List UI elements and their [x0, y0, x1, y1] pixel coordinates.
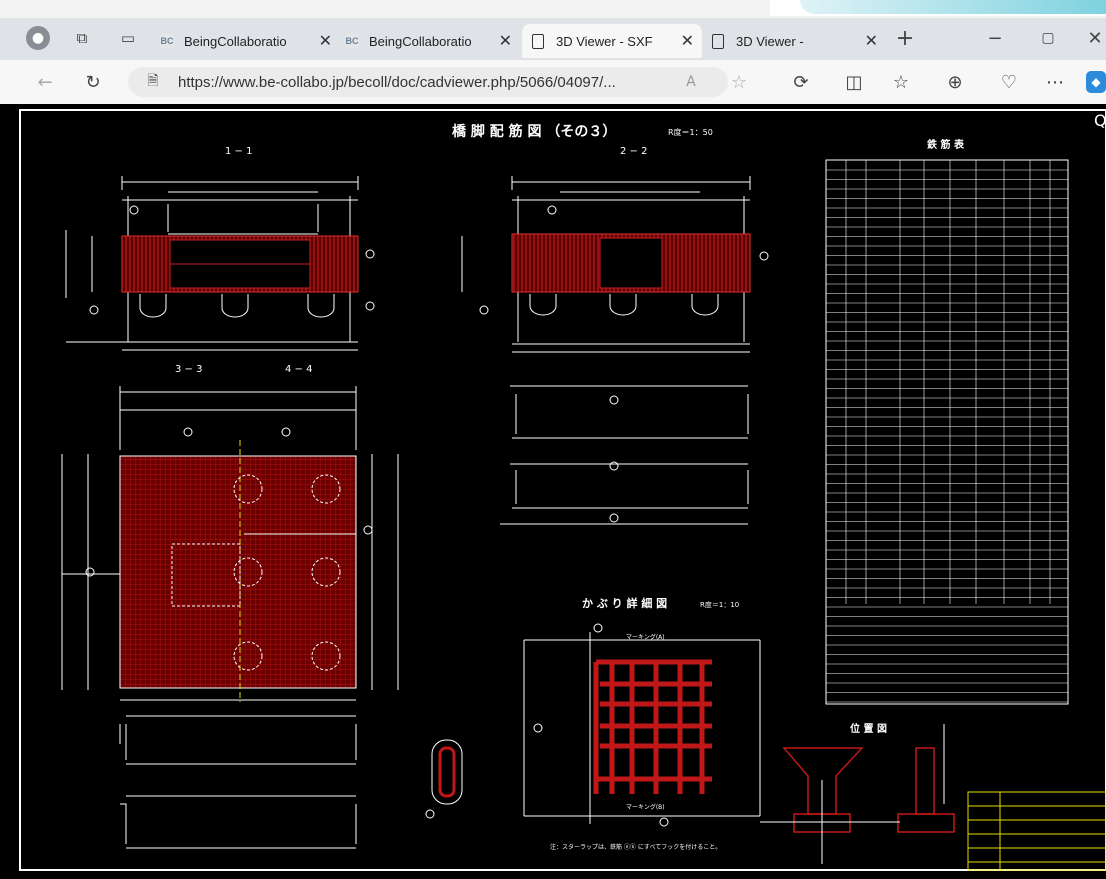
collections-icon[interactable]: ⊕ [944, 71, 966, 93]
tab-3d-viewer-sxf[interactable]: 3D Viewer - SXF ✕ [522, 24, 702, 58]
minimize-icon[interactable]: − [983, 26, 1007, 50]
close-tab-icon[interactable]: ✕ [681, 31, 694, 51]
desktop-wallpaper-corner [800, 0, 1106, 14]
workspaces-icon[interactable]: ⧉ [72, 28, 92, 48]
bottom-note: 注：スターラップは、鉄筋 ⓐⓑ にすべてフックを付けること。 [550, 843, 721, 851]
site-info-icon[interactable]: 🗎 [144, 73, 162, 91]
cover-detail-title: か ぶ り 詳 細 図 [582, 596, 667, 610]
rebar-table-title: 鉄 筋 表 [927, 138, 965, 151]
document-icon [532, 33, 544, 49]
tab-label: BeingCollaboratio [184, 33, 287, 49]
read-aloud-icon[interactable]: A [680, 71, 702, 93]
marking-b-label: マーキング(B) [626, 803, 665, 811]
more-options-icon[interactable]: ⋯ [1044, 71, 1066, 93]
section-3-3-4-4-drawing [61, 386, 399, 702]
section-1-1-drawing [65, 176, 375, 351]
zoom-icon[interactable]: Q [1094, 111, 1106, 130]
close-window-icon[interactable]: ✕ [1084, 26, 1106, 50]
profile-icon[interactable]: ● [26, 26, 50, 50]
tab-3d-viewer[interactable]: 3D Viewer - ✕ [706, 24, 886, 58]
bc-icon: BC [160, 34, 174, 48]
title-block [967, 791, 1106, 871]
tab-label: 3D Viewer - SXF [556, 33, 653, 49]
cad-drawing[interactable]: Q 橋 脚 配 筋 図 （その３） R度＝1：50 1 − 1 2 − 2 3 … [0, 104, 1106, 875]
tab-beingcollaboration-2[interactable]: BC BeingCollaboratio ✕ [345, 24, 520, 58]
section-4-4-label: 4 − 4 [285, 364, 312, 375]
cover-detail-drawing: か ぶ り 詳 細 図 R度＝1：10 マーキング(A) マーキング(B) 注：… [523, 596, 761, 851]
address-bar-row: ← ↻ 🗎 https://www.be-collabo.jp/becoll/d… [0, 60, 1106, 104]
section-3-3-label: 3 − 3 [175, 364, 202, 375]
tab-label: BeingCollaboratio [369, 33, 472, 49]
browser-chrome: ● ⧉ ▭ BC BeingCollaboratio ✕ BC BeingCol… [0, 0, 1106, 104]
cad-viewer[interactable]: Q 橋 脚 配 筋 図 （その３） R度＝1：50 1 − 1 2 − 2 3 … [0, 104, 1106, 875]
section-2-2-label: 2 − 2 [620, 146, 647, 157]
tab-label: 3D Viewer - [736, 33, 804, 49]
document-icon [712, 33, 724, 49]
close-tab-icon[interactable]: ✕ [499, 31, 512, 51]
extensions-icon[interactable]: ⟳ [790, 71, 812, 93]
back-icon[interactable]: ← [34, 71, 56, 93]
refresh-icon[interactable]: ↻ [82, 71, 104, 93]
section-2-2-drawing [461, 176, 769, 353]
tab-beingcollaboration-1[interactable]: BC BeingCollaboratio ✕ [160, 24, 340, 58]
bc-icon: BC [345, 34, 359, 48]
address-bar[interactable]: 🗎 https://www.be-collabo.jp/becoll/doc/c… [128, 67, 728, 97]
url-text[interactable]: https://www.be-collabo.jp/becoll/doc/cad… [178, 74, 616, 91]
drawing-title: 橋 脚 配 筋 図 （その３） [452, 123, 616, 140]
favorites-icon[interactable]: ☆ [890, 71, 912, 93]
new-tab-icon[interactable]: + [893, 26, 917, 51]
favorite-star-icon[interactable]: ☆ [728, 71, 750, 93]
marking-a-label: マーキング(A) [626, 633, 665, 641]
tab-actions-icon[interactable]: ▭ [118, 28, 138, 48]
maximize-icon[interactable]: ▢ [1036, 26, 1060, 50]
cover-detail-scale: R度＝1：10 [700, 600, 739, 609]
drawing-title-scale: R度＝1：50 [668, 127, 713, 137]
copilot-icon[interactable]: ◆ [1086, 71, 1106, 93]
close-tab-icon[interactable]: ✕ [865, 31, 878, 51]
tab-bar: ● ⧉ ▭ BC BeingCollaboratio ✕ BC BeingCol… [0, 18, 1106, 60]
section-1-1-label: 1 − 1 [225, 146, 252, 157]
location-map-title: 位 置 図 [850, 722, 887, 735]
stirrup-detail-drawing [425, 739, 463, 819]
performance-icon[interactable]: ♡ [998, 71, 1020, 93]
rebar-table: 鉄 筋 表 [825, 138, 1069, 705]
split-screen-icon[interactable]: ◫ [843, 71, 865, 93]
close-tab-icon[interactable]: ✕ [319, 31, 332, 51]
location-map-drawing: 位 置 図 [760, 722, 955, 864]
